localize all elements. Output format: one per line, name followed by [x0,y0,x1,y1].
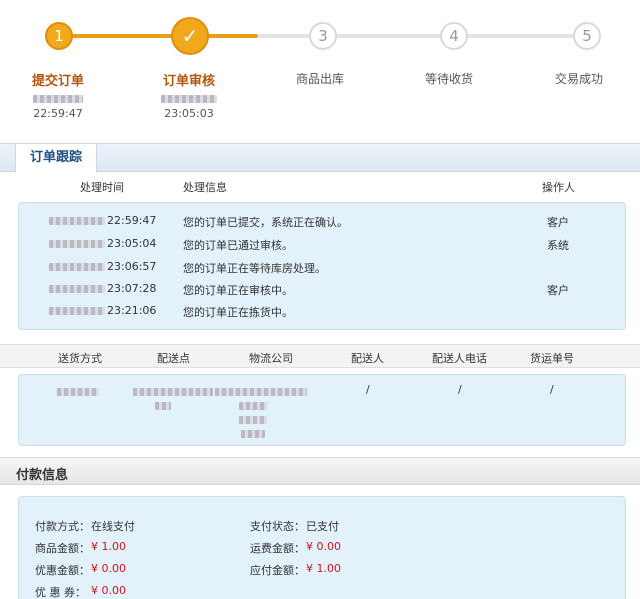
header-time: 处理时间 [80,181,124,194]
step-2-label: 订单审核 [162,74,215,89]
delivery-table-header: 送货方式 配送点 物流公司 配送人 配送人电话 货运单号 [0,344,640,368]
tab-order-tracking[interactable]: 订单跟踪 [15,143,97,173]
payment-section-title: 付款信息 [16,468,69,483]
row-time: 23:05:04 [107,237,157,250]
payment-method-label: 付款方式： [35,520,90,533]
delivery-point-redacted-2 [155,402,171,410]
row-time: 23:21:06 [107,304,157,317]
logistics-company-redacted-3 [239,416,267,424]
step-1-time: 22:59:47 [33,107,83,120]
header-delivery-point: 配送点 [157,352,190,365]
step-3-icon: 3 [309,22,337,50]
delivery-panel: / / / [18,374,626,446]
payment-section-header: 付款信息 [0,457,640,485]
row-info: 您的订单正在审核中。 [183,284,293,297]
payment-row: 优惠金额： ¥ 0.00 应付金额： ¥ 1.00 [19,559,625,579]
step-4-label: 等待收货 [424,72,473,86]
delivery-method-redacted [57,388,99,396]
table-row: 23:06:57 您的订单正在等待库房处理。 [19,257,625,277]
step-2-time: 23:05:03 [164,107,214,120]
step-5-label: 交易成功 [554,72,603,86]
payment-status-label: 支付状态： [250,520,305,533]
table-row: 23:05:04 您的订单已通过审核。 系统 [19,234,625,254]
row-info: 您的订单正在等待库房处理。 [183,262,326,275]
row-info: 您的订单已提交，系统正在确认。 [183,216,348,229]
courier-value: / [366,383,370,396]
step-3-label: 商品出库 [295,72,344,86]
logistics-company-redacted-4 [241,430,265,438]
coupon-value: ¥ 0.00 [91,584,126,597]
goods-amount-label: 商品金额： [35,542,90,555]
courier-phone-value: / [458,383,462,396]
step-4-icon: 4 [440,22,468,50]
logistics-company-redacted [215,388,307,396]
tracking-table-header: 处理时间 处理信息 操作人 [0,174,640,198]
header-courier-phone: 配送人电话 [432,352,487,365]
goods-amount-value: ¥ 1.00 [91,540,126,553]
shipping-amount-label: 运费金额： [250,542,305,555]
payable-amount-value: ¥ 1.00 [306,562,341,575]
tracking-tabbar: 订单跟踪 [0,143,640,173]
step-5-icon: 5 [573,22,601,50]
payment-row: 商品金额： ¥ 1.00 运费金额： ¥ 0.00 [19,537,625,557]
payment-row: 优 惠 券： ¥ 0.00 [19,581,625,599]
step-2-date [134,92,244,105]
date-redacted [49,217,105,225]
payment-row: 付款方式： 在线支付 支付状态： 已支付 [19,515,625,535]
row-time: 22:59:47 [107,214,157,227]
discount-amount-value: ¥ 0.00 [91,562,126,575]
coupon-label: 优 惠 券： [35,586,86,599]
waybill-value: / [550,383,554,396]
date-redacted [49,285,105,293]
header-info: 处理信息 [183,181,227,194]
date-redacted [49,263,105,271]
payment-method-value: 在线支付 [91,520,135,533]
row-time: 23:07:28 [107,282,157,295]
step-2-check-icon: ✓ [171,17,209,55]
delivery-point-redacted [133,388,213,396]
header-courier: 配送人 [351,352,384,365]
tracking-panel: 22:59:47 您的订单已提交，系统正在确认。 客户 23:05:04 您的订… [18,202,626,330]
step-1-icon: 1 [45,22,73,50]
payable-amount-label: 应付金额： [250,564,305,577]
table-row: 23:07:28 您的订单正在审核中。 客户 [19,279,625,299]
logistics-company-redacted-2 [239,402,267,410]
header-waybill: 货运单号 [530,352,574,365]
table-row: 23:21:06 您的订单正在拣货中。 [19,301,625,321]
header-logistics-company: 物流公司 [249,352,293,365]
date-redacted [49,240,105,248]
shipping-amount-value: ¥ 0.00 [306,540,341,553]
row-operator: 客户 [547,284,569,297]
row-info: 您的订单正在拣货中。 [183,306,293,319]
order-progress: 1 ✓ 3 4 5 提交订单 订单审核 商品出库 等待收货 交易成功 22:59… [0,0,640,130]
table-row: 22:59:47 您的订单已提交，系统正在确认。 客户 [19,211,625,231]
header-operator: 操作人 [542,181,575,194]
row-time: 23:06:57 [107,260,157,273]
step-1-label: 提交订单 [31,74,84,89]
header-delivery-method: 送货方式 [58,352,102,365]
progress-track-completed [58,34,258,38]
step-1-date [3,92,113,105]
payment-panel: 付款方式： 在线支付 支付状态： 已支付 商品金额： ¥ 1.00 运费金额： … [18,496,626,599]
row-operator: 系统 [547,239,569,252]
progress-track-pending [258,34,588,38]
date-redacted [49,307,105,315]
payment-status-value: 已支付 [306,520,339,533]
row-operator: 客户 [547,216,569,229]
discount-amount-label: 优惠金额： [35,564,90,577]
row-info: 您的订单已通过审核。 [183,239,293,252]
